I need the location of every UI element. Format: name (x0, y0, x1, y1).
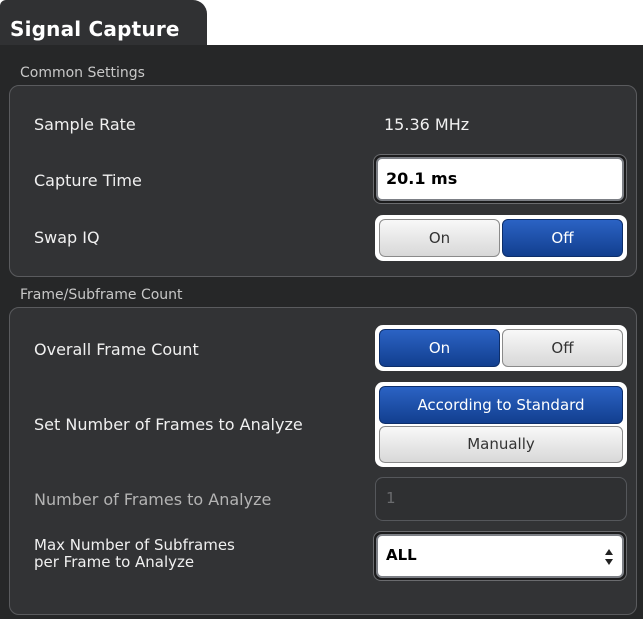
max-subframes-label-line2: per Frame to Analyze (34, 553, 195, 571)
number-of-frames-input: 1 (375, 477, 627, 521)
spinner-icon (605, 549, 613, 565)
settings-panel: Common Settings Sample Rate 15.36 MHz Ca… (0, 45, 643, 619)
max-subframes-label-line1: Max Number of Subframes (34, 536, 235, 554)
section-title-common: Common Settings (20, 65, 145, 81)
overall-frame-count-label: Overall Frame Count (34, 340, 199, 359)
max-subframes-select[interactable]: ALL (376, 534, 624, 578)
overall-frame-count-off-button[interactable]: Off (502, 329, 623, 367)
capture-time-label: Capture Time (34, 171, 142, 190)
sample-rate-value: 15.36 MHz (384, 115, 470, 134)
swap-iq-off-button[interactable]: Off (502, 219, 623, 257)
overall-frame-count-toggle: On Off (375, 325, 627, 371)
sample-rate-label: Sample Rate (34, 115, 136, 134)
number-of-frames-label: Number of Frames to Analyze (34, 490, 272, 509)
set-number-frames-selector: According to Standard Manually (375, 382, 627, 467)
overall-frame-count-on-button[interactable]: On (379, 329, 500, 367)
section-title-frame: Frame/Subframe Count (20, 287, 183, 303)
set-number-frames-label: Set Number of Frames to Analyze (34, 415, 303, 434)
tab-title: Signal Capture (10, 17, 180, 41)
capture-time-input[interactable]: 20.1 ms (376, 157, 624, 201)
option-manually[interactable]: Manually (379, 425, 623, 463)
swap-iq-toggle: On Off (375, 215, 627, 261)
tab-signal-capture[interactable]: Signal Capture (0, 0, 207, 48)
option-according-to-standard[interactable]: According to Standard (379, 386, 623, 424)
swap-iq-label: Swap IQ (34, 228, 100, 247)
swap-iq-on-button[interactable]: On (379, 219, 500, 257)
max-subframes-value: ALL (386, 546, 417, 564)
